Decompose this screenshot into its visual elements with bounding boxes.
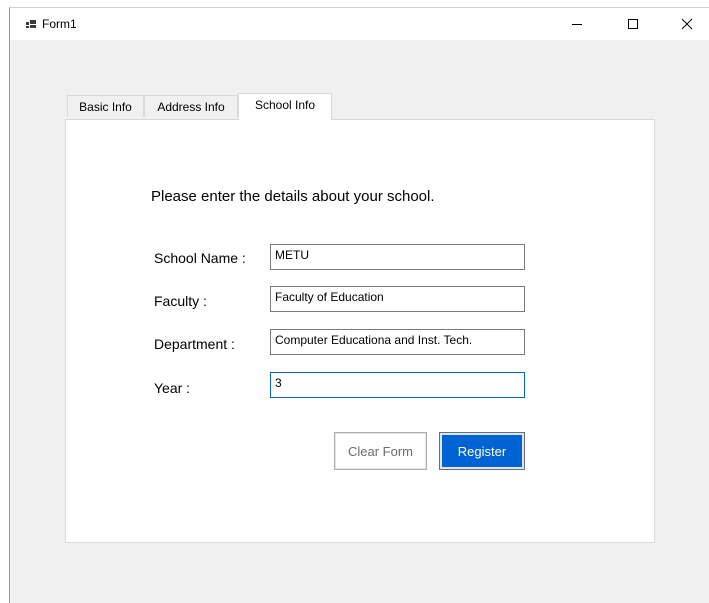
tab-school-info[interactable]: School Info xyxy=(238,93,332,120)
minimize-button[interactable] xyxy=(554,8,600,40)
tab-basic-info[interactable]: Basic Info xyxy=(67,95,144,117)
tab-label: Address Info xyxy=(157,100,225,114)
title-bar[interactable]: Form1 xyxy=(10,8,709,40)
maximize-button[interactable] xyxy=(610,8,656,40)
school-name-input[interactable]: METU xyxy=(270,244,525,270)
page-heading: Please enter the details about your scho… xyxy=(151,188,435,205)
form-client-area: Basic Info Address Info School Info Plea… xyxy=(10,40,709,603)
clear-form-button[interactable]: Clear Form xyxy=(334,432,427,470)
year-input[interactable]: 3 xyxy=(270,372,525,398)
tab-address-info[interactable]: Address Info xyxy=(144,95,238,117)
close-button[interactable] xyxy=(664,8,709,40)
year-label: Year : xyxy=(154,380,191,396)
faculty-label: Faculty : xyxy=(154,293,207,309)
app-window-icon xyxy=(26,20,36,28)
close-icon xyxy=(681,18,693,30)
department-input[interactable]: Computer Educationa and Inst. Tech. xyxy=(270,329,525,355)
school-name-label: School Name : xyxy=(154,250,246,266)
app-window: Form1 Basic Info Address Info School Inf… xyxy=(9,7,709,603)
school-info-panel: Please enter the details about your scho… xyxy=(65,119,655,543)
tab-label: School Info xyxy=(254,98,316,112)
tab-label: Basic Info xyxy=(79,100,132,114)
window-title: Form1 xyxy=(42,17,77,31)
faculty-input[interactable]: Faculty of Education xyxy=(270,286,525,312)
register-button[interactable]: Register xyxy=(439,432,525,470)
maximize-icon xyxy=(628,19,638,29)
minimize-icon xyxy=(572,24,582,25)
department-label: Department : xyxy=(154,336,235,352)
